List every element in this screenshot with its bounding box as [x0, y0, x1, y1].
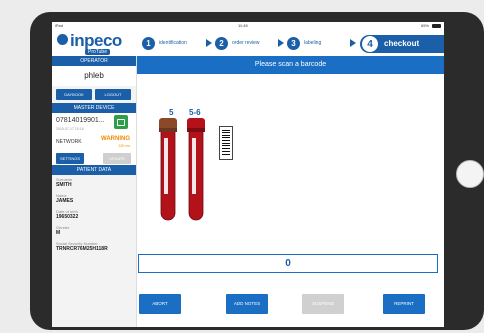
app-screen: iPad 11:45 65% inpeco ProTube 1 identifi…: [52, 22, 444, 327]
step-label: labeling: [304, 40, 322, 46]
status-bar: iPad 11:45 65%: [52, 22, 444, 30]
field-value: 19650322: [56, 214, 79, 220]
network-status: WARNING: [101, 136, 130, 142]
step-label: identification: [159, 40, 187, 46]
settings-button[interactable]: SETTINGS: [56, 153, 84, 164]
suspend-button[interactable]: SUSPEND: [302, 294, 344, 314]
network-detail: 220 ms: [118, 144, 130, 148]
step-label: checkout: [384, 39, 420, 48]
step-identification[interactable]: 1 identification: [142, 35, 187, 51]
tube-label: 5-6: [189, 108, 201, 117]
patient-field: Gender M: [52, 223, 136, 236]
battery-icon: [432, 24, 441, 28]
patient-field: Date of birth 19650322: [52, 207, 136, 220]
step-order-review[interactable]: 2 order review: [215, 35, 260, 51]
barcode-icon: [219, 126, 233, 160]
step-arrow-icon: [350, 39, 356, 47]
carrier-label: iPad: [55, 23, 64, 28]
tubes-graphic: [159, 118, 205, 221]
step-arrow-icon: [206, 39, 212, 47]
scan-prompt: Please scan a barcode: [137, 56, 444, 74]
abort-button[interactable]: ABORT: [139, 294, 181, 314]
clock: 11:45: [238, 23, 248, 28]
logout-button[interactable]: LOGOUT: [95, 89, 131, 100]
device-id: 07814019901...: [56, 117, 105, 124]
brand-name: inpeco: [70, 31, 122, 50]
step-number: 4: [362, 36, 378, 52]
patient-field: Surname SMITH: [52, 175, 136, 188]
device-date: 2015-07-17 10:16: [56, 127, 84, 131]
network-label: NETWORK: [56, 139, 82, 145]
step-label: order review: [232, 40, 260, 46]
brand-sub: ProTube: [85, 49, 110, 55]
scan-counter: 0: [138, 254, 438, 273]
step-number: 1: [142, 36, 155, 50]
daybook-button[interactable]: DAYBOOK: [56, 89, 92, 100]
sidebar: OPERATOR phleb DAYBOOK LOGOUT MASTER DEV…: [52, 56, 137, 327]
patient-field: Social Security Number TRNRCR76M25H118R: [52, 239, 136, 252]
header: inpeco ProTube 1 identification 2 order …: [52, 30, 444, 56]
step-number: 2: [215, 36, 228, 50]
field-value: M: [56, 230, 61, 236]
device-status-icon: [114, 115, 128, 129]
step-labeling[interactable]: 3 labeling: [287, 35, 321, 51]
tube-1[interactable]: [159, 118, 177, 221]
field-value: TRNRCR76M25H118R: [56, 246, 108, 252]
tube-label: 5: [169, 108, 174, 117]
step-arrow-icon: [278, 39, 284, 47]
home-button[interactable]: [456, 160, 484, 188]
device-panel: 07814019901... 2015-07-17 10:16 NETWORK …: [52, 113, 136, 165]
field-value: JAMES: [56, 198, 74, 204]
device-header: MASTER DEVICE: [52, 103, 136, 113]
patient-field: Name JAMES: [52, 191, 136, 204]
operator-header: OPERATOR: [52, 56, 136, 66]
add-notes-button[interactable]: ADD NOTES: [226, 294, 268, 314]
update-button[interactable]: UPDATE: [103, 153, 131, 164]
step-checkout[interactable]: 4 checkout: [360, 35, 444, 53]
brand-logo: inpeco: [60, 31, 122, 51]
step-number: 3: [287, 36, 300, 50]
reprint-button[interactable]: REPRINT: [383, 294, 425, 314]
field-value: SMITH: [56, 182, 72, 188]
operator-name: phleb: [52, 66, 136, 86]
tube-2[interactable]: [187, 118, 205, 221]
battery-percent: 65%: [420, 23, 429, 28]
